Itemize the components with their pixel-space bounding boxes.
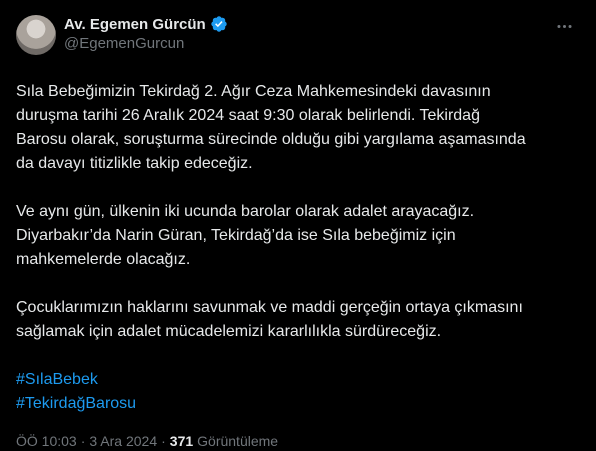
tweet-header: Av. Egemen Gürcün @EgemenGurcun <box>16 11 580 59</box>
text-line: Barosu olarak, soruşturma sürecinde oldu… <box>16 131 526 148</box>
tweet-paragraph: Sıla Bebeğimizin Tekirdağ 2. Ağır Ceza M… <box>16 80 576 176</box>
text-line: mahkemelerde olacağız. <box>16 251 191 268</box>
tweet: Av. Egemen Gürcün @EgemenGurcun Sıla Beb… <box>0 0 596 451</box>
text-line: duruşma tarihi 26 Aralık 2024 saat 9:30 … <box>16 107 480 124</box>
text-line: Çocuklarımızın haklarını savunmak ve mad… <box>16 299 523 316</box>
tweet-time[interactable]: ÖÖ 10:03 <box>16 433 77 449</box>
hashtags: #SılaBebek #TekirdağBarosu <box>16 368 576 416</box>
tweet-paragraph: Ve aynı gün, ülkenin iki ucunda barolar … <box>16 200 576 272</box>
author-handle[interactable]: @EgemenGurcun <box>64 35 228 52</box>
hashtag-link[interactable]: #SılaBebek <box>16 368 576 392</box>
text-line: Diyarbakır’da Narin Güran, Tekirdağ’da i… <box>16 227 456 244</box>
text-line: da davayı titizlikle takip edeceğiz. <box>16 155 253 172</box>
display-name[interactable]: Av. Egemen Gürcün <box>64 16 206 33</box>
views-count: 371 <box>169 433 194 449</box>
meta-separator: · <box>161 433 166 449</box>
views-label: Görüntüleme <box>197 433 279 449</box>
tweet-text: Sıla Bebeğimizin Tekirdağ 2. Ağır Ceza M… <box>16 80 576 416</box>
hashtag-link[interactable]: #TekirdağBarosu <box>16 392 576 416</box>
meta-separator: · <box>80 433 86 449</box>
tweet-meta: ÖÖ 10:03 · 3 Ara 2024 · 371 Görüntüleme <box>16 433 580 449</box>
author-names: Av. Egemen Gürcün @EgemenGurcun <box>64 14 228 52</box>
more-horizontal-icon[interactable] <box>552 14 576 38</box>
avatar[interactable] <box>16 15 56 55</box>
text-line: sağlamak için adalet mücadelemizi kararl… <box>16 323 442 340</box>
tweet-date[interactable]: 3 Ara 2024 <box>89 433 157 449</box>
tweet-paragraph: Çocuklarımızın haklarını savunmak ve mad… <box>16 296 576 344</box>
verified-badge-icon[interactable] <box>210 15 228 33</box>
text-line: Sıla Bebeğimizin Tekirdağ 2. Ağır Ceza M… <box>16 83 491 100</box>
text-line: Ve aynı gün, ülkenin iki ucunda barolar … <box>16 203 475 220</box>
name-row: Av. Egemen Gürcün <box>64 14 228 34</box>
